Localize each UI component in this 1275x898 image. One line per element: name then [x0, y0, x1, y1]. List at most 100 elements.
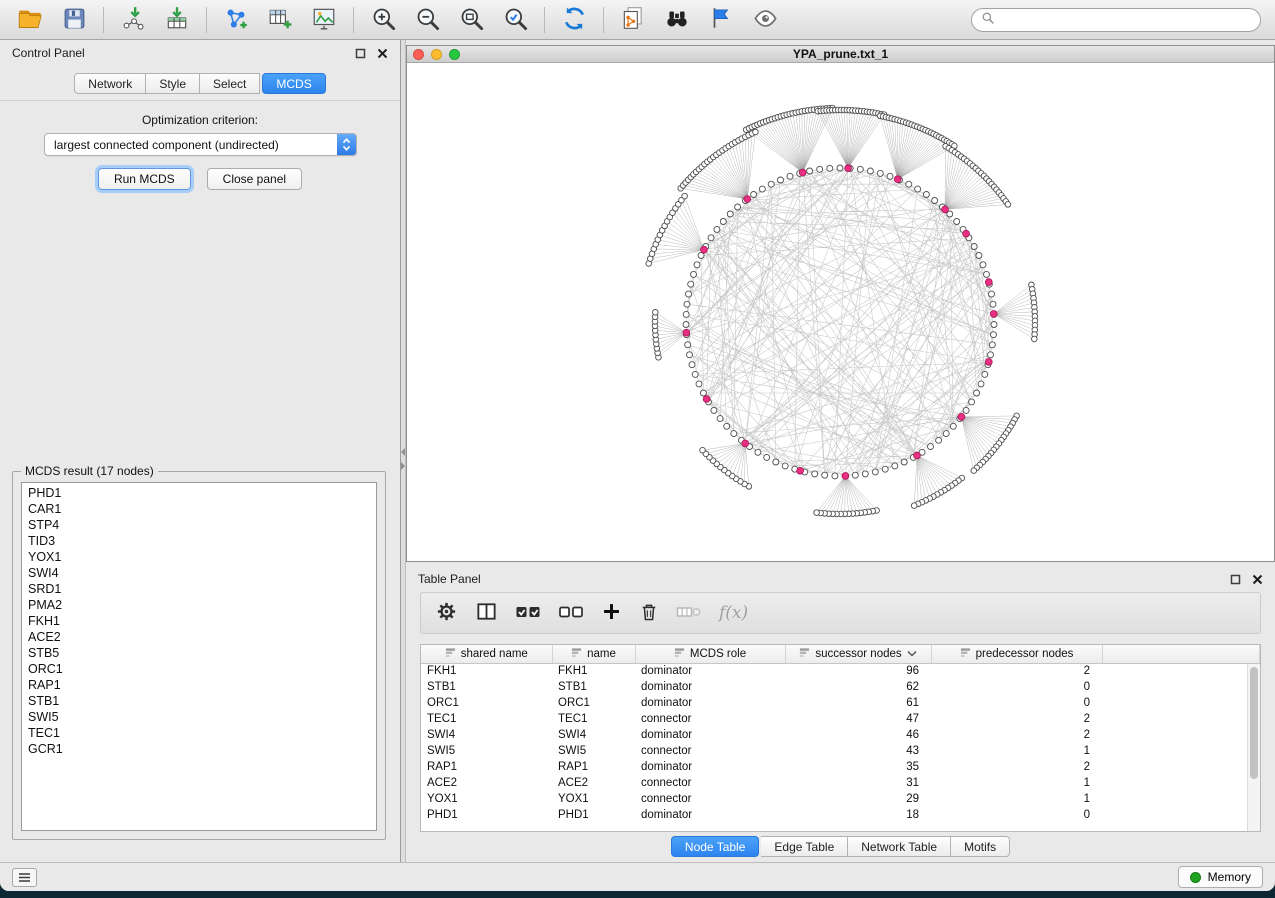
export-image-button[interactable] — [302, 3, 346, 37]
cell-name: RAP1 — [552, 759, 635, 775]
memory-status-dot — [1190, 872, 1201, 883]
table-tab-network-table[interactable]: Network Table — [848, 836, 951, 857]
criterion-dropdown[interactable]: largest connected component (undirected) — [44, 133, 357, 156]
zoom-selected-button[interactable] — [493, 3, 537, 37]
close-panel-icon[interactable] — [377, 48, 388, 59]
mcds-result-item[interactable]: TID3 — [28, 533, 370, 549]
cell-successor-nodes: 47 — [785, 711, 931, 727]
show-columns-button[interactable] — [475, 600, 498, 626]
mcds-result-item[interactable]: SWI5 — [28, 709, 370, 725]
control-tab-style[interactable]: Style — [146, 73, 200, 94]
mcds-result-item[interactable]: SRD1 — [28, 581, 370, 597]
mcds-result-item[interactable]: STB5 — [28, 645, 370, 661]
add-row-button[interactable] — [601, 601, 622, 625]
mcds-result-item[interactable]: CAR1 — [28, 501, 370, 517]
apply-layout-button[interactable] — [552, 3, 596, 37]
table-row[interactable]: STB1STB1dominator620 — [421, 679, 1260, 695]
mcds-result-item[interactable]: PMA2 — [28, 597, 370, 613]
clone-network-button[interactable] — [611, 3, 655, 37]
column-header-successor-nodes[interactable]: successor nodes — [785, 645, 931, 663]
table-row[interactable]: ACE2ACE2connector311 — [421, 775, 1260, 791]
table-scrollbar-thumb[interactable] — [1250, 667, 1258, 779]
close-table-panel-icon[interactable] — [1252, 574, 1263, 585]
table-tab-motifs[interactable]: Motifs — [951, 836, 1010, 857]
window-zoom-dot[interactable] — [449, 49, 460, 60]
mcds-result-item[interactable]: RAP1 — [28, 677, 370, 693]
save-session-button[interactable] — [52, 3, 96, 37]
network-canvas[interactable] — [407, 63, 1274, 561]
mcds-result-item[interactable]: YOX1 — [28, 549, 370, 565]
zoom-fit-button[interactable] — [449, 3, 493, 37]
network-window-titlebar[interactable]: YPA_prune.txt_1 — [407, 46, 1274, 63]
new-network-button[interactable] — [214, 3, 258, 37]
cell-name: TEC1 — [552, 711, 635, 727]
first-neighbors-icon — [664, 5, 690, 34]
mcds-result-item[interactable]: FKH1 — [28, 613, 370, 629]
open-session-icon — [17, 5, 44, 35]
dropdown-stepper-icon — [337, 134, 356, 155]
first-neighbors-button[interactable] — [655, 3, 699, 37]
mcds-result-item[interactable]: STP4 — [28, 517, 370, 533]
table-row[interactable]: TEC1TEC1connector472 — [421, 711, 1260, 727]
mcds-result-item[interactable]: SWI4 — [28, 565, 370, 581]
table-row[interactable]: RAP1RAP1dominator352 — [421, 759, 1260, 775]
mcds-result-item[interactable]: GCR1 — [28, 741, 370, 757]
import-network-file-button[interactable] — [111, 3, 155, 37]
mcds-result-item[interactable]: STB1 — [28, 693, 370, 709]
float-table-panel-icon[interactable] — [1230, 574, 1241, 585]
close-panel-button[interactable]: Close panel — [207, 168, 302, 190]
mcds-result-item[interactable]: PHD1 — [28, 485, 370, 501]
search-box[interactable] — [971, 8, 1261, 32]
table-type-tabs: Node TableEdge TableNetwork TableMotifs — [406, 836, 1275, 857]
delete-row-button[interactable] — [639, 601, 659, 626]
table-row[interactable]: SWI4SWI4dominator462 — [421, 727, 1260, 743]
memory-button[interactable]: Memory — [1178, 866, 1263, 888]
table-row[interactable]: SWI5SWI5connector431 — [421, 743, 1260, 759]
cell-filler — [1102, 791, 1260, 807]
window-minimize-dot[interactable] — [431, 49, 442, 60]
cell-filler — [1102, 743, 1260, 759]
table-tab-edge-table[interactable]: Edge Table — [761, 836, 848, 857]
table-tab-node-table[interactable]: Node Table — [671, 836, 760, 857]
control-tab-mcds[interactable]: MCDS — [262, 73, 325, 94]
mcds-result-list[interactable]: PHD1CAR1STP4TID3YOX1SWI4SRD1PMA2FKH1ACE2… — [21, 482, 377, 831]
open-session-button[interactable] — [8, 3, 52, 37]
clear-cells-button — [676, 602, 702, 625]
column-header-shared-name[interactable]: shared name — [421, 645, 552, 663]
cell-successor-nodes: 96 — [785, 663, 931, 679]
unselect-all-button[interactable] — [558, 601, 584, 626]
select-all-button[interactable] — [515, 601, 541, 626]
control-panel-title: Control Panel — [12, 46, 85, 60]
settings-button[interactable] — [435, 600, 458, 626]
table-row[interactable]: FKH1FKH1dominator962 — [421, 663, 1260, 679]
window-close-dot[interactable] — [413, 49, 424, 60]
node-table: shared namenameMCDS rolesuccessor nodesp… — [420, 644, 1261, 832]
control-panel: Control Panel NetworkStyleSelectMCDS Opt… — [0, 40, 401, 862]
column-header-predecessor-nodes[interactable]: predecessor nodes — [931, 645, 1102, 663]
network-graph[interactable] — [407, 63, 1274, 561]
mcds-result-item[interactable]: ACE2 — [28, 629, 370, 645]
float-panel-icon[interactable] — [355, 48, 366, 59]
clone-network-icon — [620, 5, 646, 34]
table-row[interactable]: ORC1ORC1dominator610 — [421, 695, 1260, 711]
new-table-button[interactable] — [258, 3, 302, 37]
zoom-out-button[interactable] — [405, 3, 449, 37]
control-tab-network[interactable]: Network — [74, 73, 146, 94]
column-header-name[interactable]: name — [552, 645, 635, 663]
table-row[interactable]: YOX1YOX1connector291 — [421, 791, 1260, 807]
column-header-mcds-role[interactable]: MCDS role — [635, 645, 785, 663]
mcds-result-item[interactable]: TEC1 — [28, 725, 370, 741]
table-row[interactable]: PHD1PHD1dominator180 — [421, 807, 1260, 823]
search-input[interactable] — [1000, 13, 1251, 27]
status-menu-button[interactable] — [12, 868, 37, 887]
show-hide-button[interactable] — [743, 3, 787, 37]
column-sort-icon — [799, 647, 810, 661]
mcds-result-item[interactable]: ORC1 — [28, 661, 370, 677]
table-scrollbar[interactable] — [1247, 664, 1260, 831]
cell-name: ACE2 — [552, 775, 635, 791]
run-mcds-button[interactable]: Run MCDS — [98, 168, 191, 190]
control-tab-select[interactable]: Select — [200, 73, 260, 94]
import-table-file-button[interactable] — [155, 3, 199, 37]
zoom-in-button[interactable] — [361, 3, 405, 37]
apply-style-button[interactable] — [699, 3, 743, 37]
